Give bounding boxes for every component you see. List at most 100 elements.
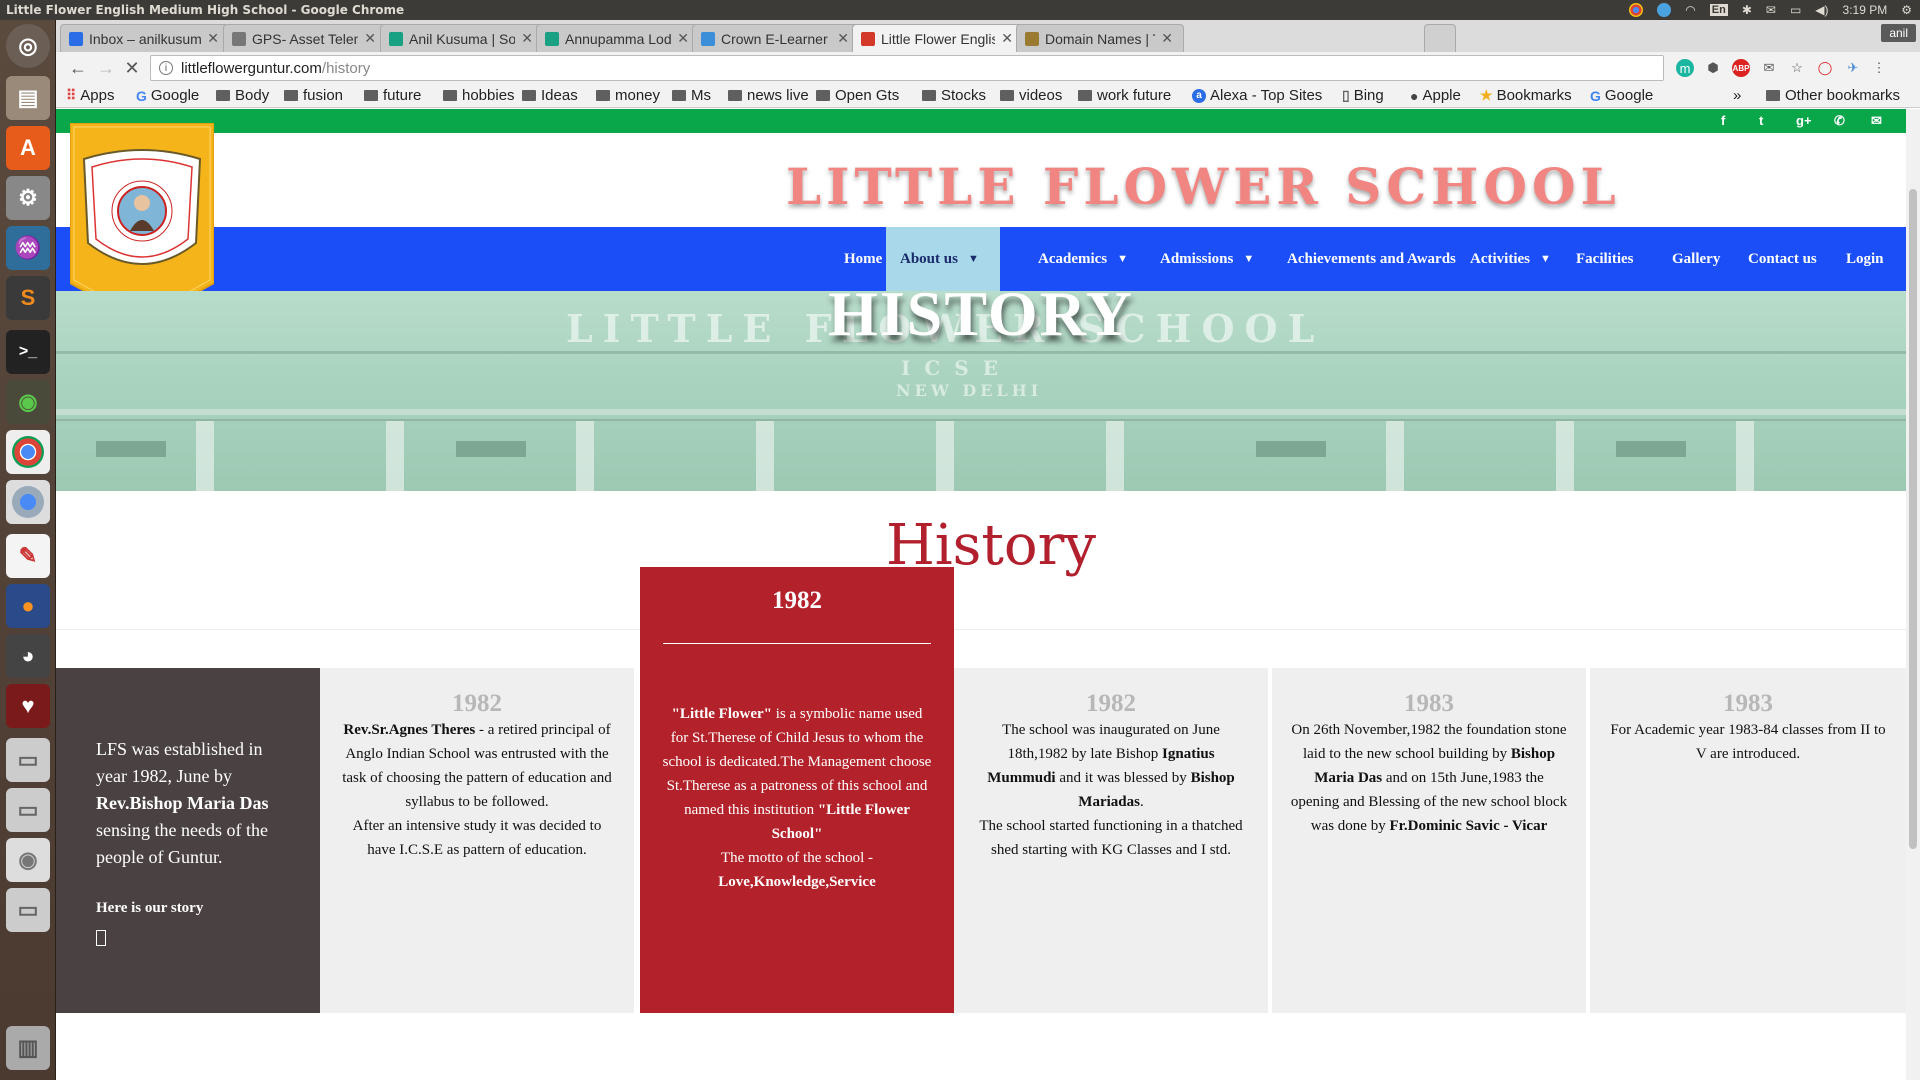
tab-close-icon[interactable]: ✕ xyxy=(364,30,376,47)
terminal-icon[interactable]: >_ xyxy=(6,330,50,374)
bookmark-star-icon[interactable]: ☆ xyxy=(1788,59,1806,77)
scrollbar-thumb[interactable] xyxy=(1909,189,1917,849)
bookmark-item[interactable]: Ideas xyxy=(522,87,578,104)
stop-loading-button[interactable]: ✕ xyxy=(118,54,146,82)
back-button[interactable]: ← xyxy=(64,54,92,82)
bookmark-label: Google xyxy=(1604,87,1654,104)
chromium-icon[interactable] xyxy=(6,480,50,524)
bookmark-item[interactable]: hobbies xyxy=(443,87,515,104)
optical-disc-icon[interactable]: ◉ xyxy=(6,838,50,882)
clock[interactable]: 3:19 PM xyxy=(1843,3,1888,17)
android-studio-icon[interactable]: ◉ xyxy=(6,380,50,424)
google-plus-icon[interactable]: g+ xyxy=(1796,113,1812,128)
bookmark-item[interactable]: Ms xyxy=(672,87,711,104)
browser-tab[interactable]: Inbox – anilkusuma ✕ xyxy=(60,24,230,52)
bookmark-item[interactable]: Open Gts xyxy=(816,87,899,104)
bookmark-item[interactable]: ★ Bookmarks xyxy=(1480,87,1572,104)
tab-close-icon[interactable]: ✕ xyxy=(1161,30,1173,47)
bluetooth-icon[interactable]: ✱ xyxy=(1742,3,1752,17)
bookmark-item[interactable]: a Alexa - Top Sites xyxy=(1192,87,1322,104)
tab-close-icon[interactable]: ✕ xyxy=(677,30,689,47)
files-icon[interactable]: ▤ xyxy=(6,76,50,120)
browser-tab[interactable]: GPS- Asset Telemat ✕ xyxy=(223,24,387,52)
text-editor-icon[interactable]: ✎ xyxy=(6,534,50,578)
bookmarks-overflow-button[interactable]: » xyxy=(1733,87,1741,104)
other-bookmarks-folder[interactable]: Other bookmarks xyxy=(1766,87,1900,104)
bookmark-label: future xyxy=(383,87,422,104)
bookmark-item[interactable]: ⠿ Apps xyxy=(66,87,114,104)
browser-tab[interactable]: Little Flower Englis ✕ xyxy=(852,24,1024,52)
chrome-launcher-icon[interactable] xyxy=(6,430,50,474)
volume-icon[interactable]: ◀) xyxy=(1815,3,1828,17)
drive-icon[interactable]: ▭ xyxy=(6,738,50,782)
divider xyxy=(56,629,1906,630)
nav-label: About us xyxy=(900,250,958,267)
bookmark-item[interactable]: news live xyxy=(728,87,809,104)
profile-badge[interactable]: anil xyxy=(1881,24,1916,42)
drive-icon-2[interactable]: ▭ xyxy=(6,788,50,832)
meet-extension-icon[interactable]: m xyxy=(1676,59,1694,77)
bookmark-item[interactable]: Body xyxy=(216,87,269,104)
wifi-icon[interactable]: ◠ xyxy=(1685,3,1695,17)
mail-checker-icon[interactable]: ✉ xyxy=(1760,59,1778,77)
trash-icon[interactable]: ▥ xyxy=(6,1026,50,1070)
url-host: littleflowerguntur.com xyxy=(181,59,322,77)
google-icon: G xyxy=(1590,87,1601,104)
folder-icon xyxy=(522,90,536,101)
settings-gear-icon[interactable]: ⚙ xyxy=(1901,3,1912,17)
tab-close-icon[interactable]: ✕ xyxy=(521,30,533,47)
twitter-icon[interactable]: t xyxy=(1759,113,1763,128)
skype-tray-icon[interactable] xyxy=(1657,3,1672,17)
browser-tab[interactable]: Domain Names | Th ✕ xyxy=(1016,24,1184,52)
mysql-workbench-icon[interactable]: ♒ xyxy=(6,226,50,270)
browser-tab[interactable]: Annupamma Lodge ✕ xyxy=(536,24,700,52)
section-heading: History xyxy=(885,513,1097,578)
adblock-icon[interactable]: ABP xyxy=(1732,59,1750,77)
wine-icon[interactable]: ♥ xyxy=(6,684,50,728)
dash-home-icon[interactable]: ◎ xyxy=(6,24,50,68)
opera-extension-icon[interactable]: ◯ xyxy=(1816,59,1834,77)
chrome-tray-icon[interactable] xyxy=(1629,3,1644,17)
tab-close-icon[interactable]: ✕ xyxy=(1001,30,1013,47)
tab-close-icon[interactable]: ✕ xyxy=(207,30,219,47)
bookmark-label: Body xyxy=(235,87,270,104)
bookmark-item[interactable]: videos xyxy=(1000,87,1062,104)
mail-icon[interactable]: ✉ xyxy=(1871,113,1882,129)
bookmarks-bar: ⠿ Apps G Google Body fusion future hobbies Ideas… xyxy=(56,84,1920,108)
folder-icon xyxy=(922,90,936,101)
chrome-menu-icon[interactable]: ⋮ xyxy=(1870,59,1888,77)
address-bar[interactable]: i littleflowerguntur.com/history xyxy=(150,55,1664,81)
box-extension-icon[interactable]: ⬢ xyxy=(1704,59,1722,77)
mail-tray-icon[interactable]: ✉ xyxy=(1766,3,1776,17)
facebook-icon[interactable]: f xyxy=(1721,113,1725,128)
phone-icon[interactable]: ✆ xyxy=(1834,113,1845,129)
new-tab-button[interactable] xyxy=(1424,24,1456,52)
bookmark-item[interactable]: G Google xyxy=(1590,87,1653,104)
sublime-text-icon[interactable]: S xyxy=(6,276,50,320)
bookmark-item[interactable]: work future xyxy=(1078,87,1171,104)
gimp-icon[interactable]: ◕ xyxy=(6,634,50,678)
browser-tab[interactable]: Anil Kusuma | Softw ✕ xyxy=(380,24,544,52)
battery-icon[interactable]: ▭ xyxy=(1790,3,1801,17)
site-info-icon[interactable]: i xyxy=(159,61,173,75)
keyboard-layout[interactable]: En xyxy=(1709,4,1728,16)
bookmark-item[interactable]: fusion xyxy=(284,87,343,104)
tab-strip: Inbox – anilkusuma✕GPS- Asset Telemat✕An… xyxy=(56,20,1920,52)
story-arrow-icon[interactable] xyxy=(96,930,106,946)
browser-tab[interactable]: Crown E-Learner - A ✕ xyxy=(692,24,860,52)
bookmark-item[interactable]: ● Apple xyxy=(1410,87,1461,104)
tab-close-icon[interactable]: ✕ xyxy=(837,30,849,47)
bookmark-item[interactable]: G Google xyxy=(136,87,199,104)
system-settings-icon[interactable]: ⚙ xyxy=(6,176,50,220)
caret-down-icon: ▼ xyxy=(1539,253,1551,265)
bookmark-item[interactable]: future xyxy=(364,87,421,104)
firefox-icon[interactable]: ● xyxy=(6,584,50,628)
vpn-extension-icon[interactable]: ✈ xyxy=(1844,59,1862,77)
forward-button[interactable]: → xyxy=(92,54,120,82)
bookmark-item[interactable]: Stocks xyxy=(922,87,986,104)
drive-icon-3[interactable]: ▭ xyxy=(6,888,50,932)
page-scrollbar[interactable] xyxy=(1906,109,1920,1080)
software-center-icon[interactable]: A xyxy=(6,126,50,170)
bookmark-item[interactable]: money xyxy=(596,87,660,104)
bookmark-item[interactable]: ▯ Bing xyxy=(1342,87,1384,104)
